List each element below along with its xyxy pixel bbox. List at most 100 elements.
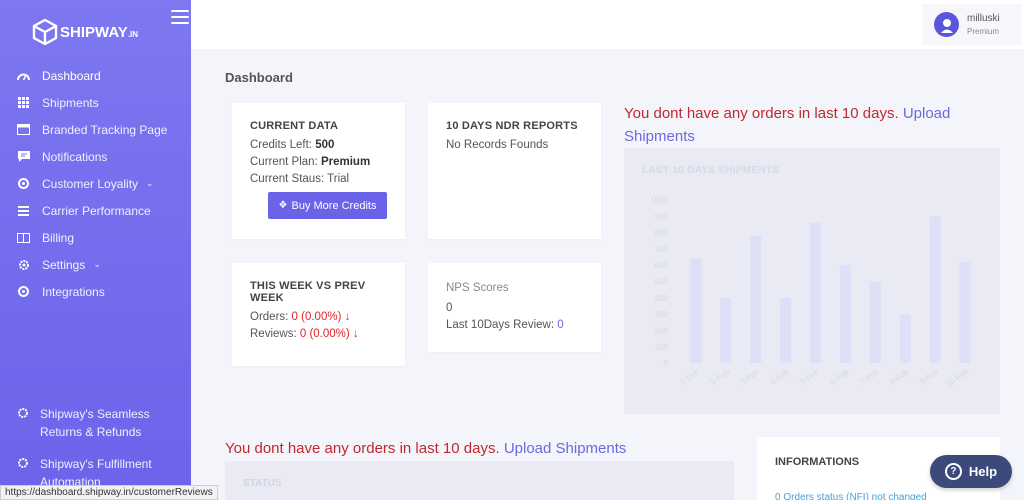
bar[interactable] — [750, 235, 762, 363]
y-tick-label: 900 — [655, 212, 669, 221]
orders-label: Orders: — [250, 311, 292, 323]
bar[interactable] — [690, 258, 702, 363]
book-icon — [17, 231, 30, 244]
user-name: milluski — [967, 12, 1000, 24]
y-tick-label: 800 — [655, 229, 669, 238]
list-icon — [17, 204, 30, 217]
y-tick-label: 400 — [655, 294, 669, 303]
x-tick-label: 9-Feb — [918, 367, 941, 387]
circle-icon — [17, 285, 30, 298]
status-title: STATUS — [243, 478, 282, 489]
user-menu[interactable]: milluski Premium — [922, 4, 1022, 45]
no-orders-notice-2: You dont have any orders in last 10 days… — [225, 437, 725, 460]
sidebar-item-branded-tracking[interactable]: Branded Tracking Page — [0, 116, 191, 143]
buy-more-credits-button[interactable]: ❖ Buy More Credits — [268, 192, 387, 219]
bar[interactable] — [899, 314, 911, 363]
question-icon: ? — [944, 463, 962, 480]
menu-toggle-icon[interactable] — [171, 10, 189, 24]
plan-value: Premium — [320, 156, 371, 168]
x-tick-label: 5-Feb — [798, 367, 821, 387]
plan-label: Current Plan: — [250, 156, 321, 168]
nps-card: NPS Scores 0 Last 10Days Review: 0 — [428, 263, 601, 352]
y-tick-label: 500 — [655, 278, 669, 287]
y-tick-label: 100 — [655, 343, 669, 352]
sidebar-item-carrier-performance[interactable]: Carrier Performance — [0, 197, 191, 224]
review-label: Last 10Days Review: — [446, 319, 558, 331]
x-tick-label: 1-Feb — [679, 367, 702, 387]
sidebar-item-shipments[interactable]: Shipments — [0, 89, 191, 116]
sidebar-item-integrations[interactable]: Integrations — [0, 278, 191, 305]
bar[interactable] — [929, 216, 941, 363]
bar[interactable] — [780, 297, 792, 363]
sidebar-item-label: Notifications — [42, 149, 108, 164]
gauge-icon — [17, 69, 30, 82]
status-panel: STATUS — [225, 461, 734, 500]
logo-text-2: WAY — [95, 23, 128, 41]
page-title: Dashboard — [225, 70, 293, 85]
status-label: Current Staus: — [250, 173, 328, 185]
sidebar-item-label: Dashboard — [42, 68, 101, 83]
arrow-down-icon: ↓ — [349, 328, 359, 340]
sidebar-nav: Dashboard Shipments Branded Tracking Pag… — [0, 62, 191, 305]
chat-icon — [17, 150, 30, 163]
logo-suffix: .IN — [127, 29, 139, 39]
chart-svg: 0 100 200 300 400 500 600 700 800 900 1000 1-Feb 2-F… — [650, 196, 971, 389]
gear-icon — [17, 407, 29, 441]
ndr-report-card: 10 DAYS NDR REPORTS No Records Founds — [428, 103, 601, 239]
card-title: CURRENT DATA — [250, 120, 339, 132]
y-tick-label: 300 — [655, 310, 669, 319]
y-tick-label: 0 — [664, 359, 669, 368]
bar[interactable] — [720, 297, 732, 363]
card-title: INFORMATIONS — [775, 456, 860, 468]
nps-score: 0 — [446, 302, 453, 314]
y-tick-label: 1000 — [650, 196, 668, 205]
chevron-down-icon: ⌄ — [93, 259, 101, 269]
y-tick-label: 700 — [655, 245, 669, 254]
sidebar-item-customer-loyality[interactable]: Customer Loyality ⌄ — [0, 170, 191, 197]
x-tick-label: 7-Feb — [858, 367, 881, 387]
top-bar: milluski Premium — [191, 0, 1024, 49]
credits-label: Credits Left: — [250, 139, 316, 151]
avatar — [934, 12, 959, 37]
plus-icon: ❖ — [278, 200, 288, 211]
chevron-down-icon: ⌄ — [146, 178, 154, 188]
credits-value: 500 — [315, 139, 335, 151]
sidebar-item-label: Shipments — [42, 95, 99, 110]
review-value: 0 — [557, 319, 564, 331]
notice-text: You dont have any orders in last 10 days… — [624, 105, 899, 122]
sidebar-item-label: Branded Tracking Page — [42, 122, 168, 137]
sidebar-item-dashboard[interactable]: Dashboard — [0, 62, 191, 89]
reviews-label: Reviews: — [250, 328, 300, 340]
card-title: THIS WEEK VS PREV WEEK — [250, 280, 366, 304]
bar[interactable] — [869, 281, 881, 364]
shipway-logo[interactable]: SHIPWAY.IN — [32, 16, 138, 48]
sidebar-item-notifications[interactable]: Notifications — [0, 143, 191, 170]
gear-icon — [17, 258, 30, 271]
y-tick-label: 200 — [655, 326, 669, 335]
window-icon — [17, 123, 30, 136]
x-tick-label: 6-Feb — [828, 367, 851, 387]
sidebar: SHIPWAY.IN Dashboard Shipments Branded T… — [0, 0, 191, 500]
sidebar-item-label: Settings — [42, 257, 86, 272]
shipments-chart: LAST 10 DAYS SHIPMENTS 0 100 200 300 400 500 6… — [624, 148, 1000, 414]
user-plan: Premium — [967, 26, 1000, 36]
sidebar-item-settings[interactable]: Settings ⌄ — [0, 251, 191, 278]
bar[interactable] — [959, 261, 971, 363]
x-tick-label: 10-Feb — [944, 367, 970, 389]
ndr-empty-text: No Records Founds — [446, 139, 549, 151]
card-title: NPS Scores — [446, 282, 509, 294]
sidebar-item-billing[interactable]: Billing — [0, 224, 191, 251]
circle-icon — [17, 177, 30, 190]
x-tick-label: 4-Feb — [769, 367, 792, 387]
help-button[interactable]: ? Help — [930, 455, 1012, 488]
returns-refunds-link[interactable]: Shipway's Seamless Returns & Refunds — [17, 405, 187, 441]
info-item[interactable]: 0 Orders status (NFI) not changed — [775, 492, 927, 500]
y-tick-label: 600 — [655, 261, 669, 270]
x-tick-label: 2-Feb — [709, 367, 732, 387]
orders-value: 0 (0.00%) — [291, 311, 342, 323]
box-logo-icon — [32, 18, 58, 46]
grid-icon — [17, 96, 30, 109]
bar[interactable] — [839, 265, 851, 363]
upload-shipments-link[interactable]: Upload Shipments — [504, 440, 627, 457]
bar[interactable] — [810, 222, 822, 363]
